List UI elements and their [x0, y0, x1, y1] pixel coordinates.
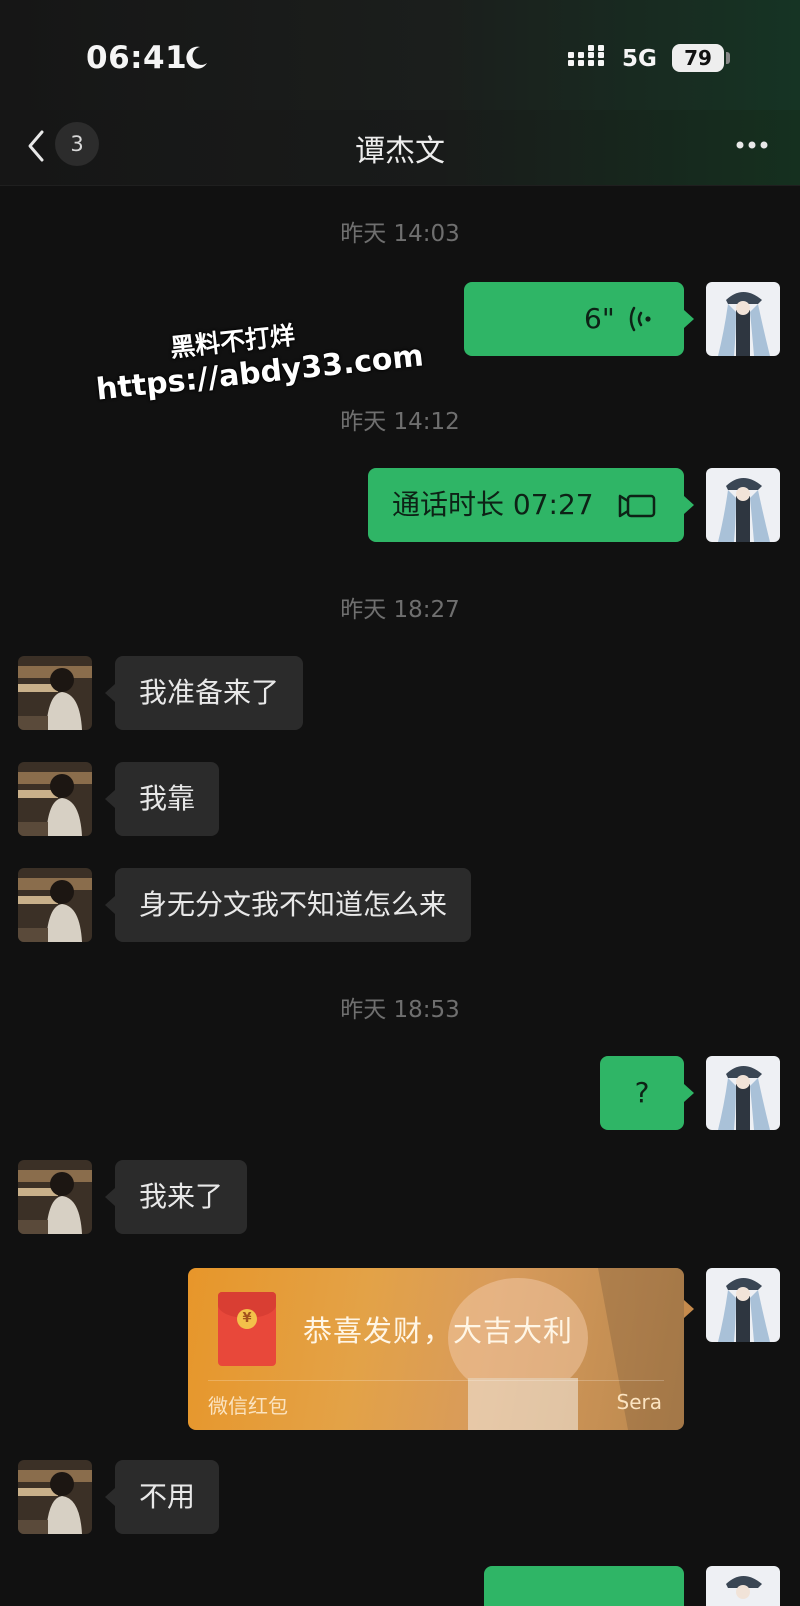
bubble-tail	[684, 496, 694, 514]
contact-avatar[interactable]	[18, 1160, 92, 1234]
red-packet-card[interactable]: ¥ 恭喜发财，大吉大利 微信红包 Sera	[188, 1268, 684, 1430]
bubble-tail	[684, 310, 694, 328]
incoming-message[interactable]: 不用	[115, 1460, 220, 1534]
bubble-tail	[105, 1488, 115, 1506]
my-avatar[interactable]	[706, 468, 780, 542]
moon-icon	[186, 46, 207, 69]
call-record-bubble[interactable]: 通话时长 07:27	[368, 468, 684, 542]
outgoing-message-partial[interactable]	[484, 1566, 684, 1606]
bubble-tail	[105, 1188, 115, 1206]
contact-avatar[interactable]	[18, 1460, 92, 1534]
incoming-message[interactable]: 我准备来了	[115, 656, 304, 730]
contact-avatar[interactable]	[18, 762, 92, 836]
red-envelope-icon: ¥	[218, 1292, 276, 1366]
my-avatar[interactable]	[706, 1268, 780, 1342]
red-packet-greeting: 恭喜发财，大吉大利	[303, 1314, 574, 1348]
timestamp: 昨天 18:27	[340, 597, 460, 623]
red-packet-sender: Sera	[616, 1390, 662, 1414]
bubble-tail	[684, 1084, 694, 1102]
voice-message-bubble[interactable]: 6"	[464, 282, 684, 356]
network-type: 5G	[622, 46, 657, 72]
red-packet-divider	[208, 1380, 664, 1381]
incoming-message[interactable]: 身无分文我不知道怎么来	[115, 868, 472, 942]
status-bar: 06:41 5G 79	[0, 0, 800, 110]
timestamp: 昨天 14:03	[340, 221, 460, 247]
outgoing-message[interactable]: ?	[600, 1056, 684, 1130]
my-avatar[interactable]	[706, 1056, 780, 1130]
status-time: 06:41	[86, 40, 188, 76]
bubble-tail	[105, 896, 115, 914]
contact-avatar[interactable]	[18, 868, 92, 942]
incoming-message[interactable]: 我靠	[115, 762, 220, 836]
voice-duration: 6"	[584, 302, 615, 335]
red-packet-label: 微信红包	[208, 1394, 288, 1418]
video-call-icon	[618, 494, 656, 518]
chat-header: 3 谭杰文	[0, 110, 800, 186]
battery-cap	[726, 52, 730, 64]
signal-icon	[568, 45, 604, 66]
contact-avatar[interactable]	[18, 656, 92, 730]
more-options-icon[interactable]	[732, 132, 772, 158]
bubble-tail	[105, 790, 115, 808]
voice-wave-icon	[629, 306, 651, 332]
bubble-tail	[684, 1300, 694, 1318]
chat-title: 谭杰文	[355, 134, 445, 169]
battery-indicator: 79	[672, 44, 724, 72]
my-avatar[interactable]	[706, 282, 780, 356]
timestamp: 昨天 18:53	[340, 997, 460, 1023]
my-avatar[interactable]	[706, 1566, 780, 1606]
call-duration-text: 通话时长 07:27	[392, 488, 594, 521]
bubble-tail	[105, 684, 115, 702]
incoming-message[interactable]: 我来了	[115, 1160, 248, 1234]
